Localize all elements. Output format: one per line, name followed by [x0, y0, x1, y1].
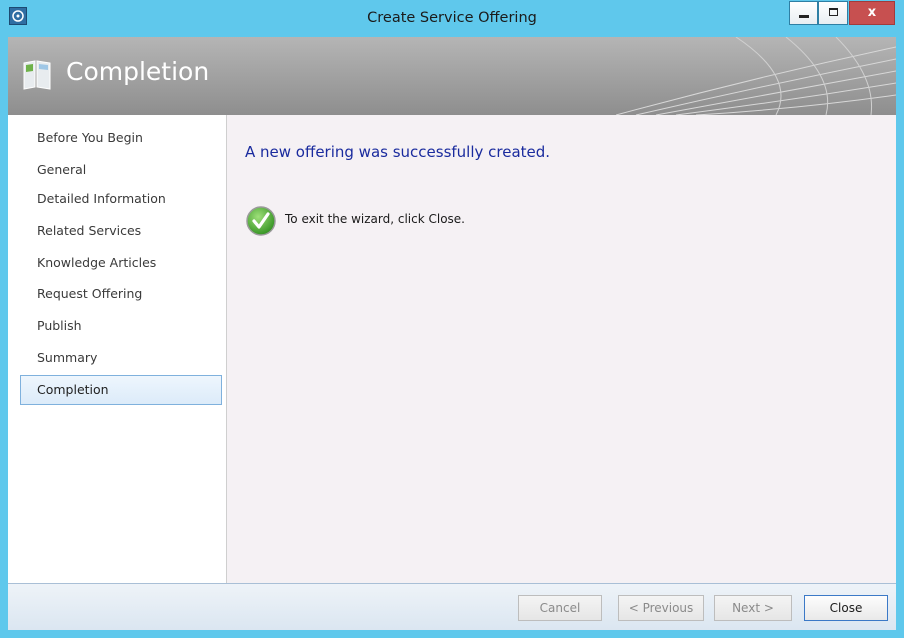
button-bar: Cancel < Previous Next > Close: [8, 583, 896, 630]
step-completion[interactable]: Completion: [20, 375, 222, 405]
window-title: Create Service Offering: [367, 10, 537, 26]
previous-button[interactable]: < Previous: [618, 595, 704, 621]
step-publish[interactable]: Publish: [20, 311, 222, 341]
step-summary[interactable]: Summary: [20, 343, 222, 373]
wizard-window: Create Service Offering x Completion Bef…: [0, 0, 904, 638]
success-check-icon: [246, 206, 276, 236]
close-button[interactable]: Close: [804, 595, 888, 621]
step-before-you-begin[interactable]: Before You Begin: [20, 123, 222, 153]
instruction-text: To exit the wizard, click Close.: [285, 212, 465, 226]
step-general[interactable]: General: [20, 155, 222, 185]
step-detailed-information[interactable]: Detailed Information: [20, 184, 222, 214]
wizard-steps-sidebar: Before You Begin General Detailed Inform…: [8, 115, 227, 583]
step-request-offering[interactable]: Request Offering: [20, 279, 222, 309]
book-icon: [23, 60, 51, 90]
minimize-icon: [799, 15, 809, 18]
page-title: Completion: [66, 57, 210, 86]
close-icon: x: [867, 5, 877, 20]
success-heading: A new offering was successfully created.: [245, 143, 551, 161]
next-button[interactable]: Next >: [714, 595, 792, 621]
maximize-button[interactable]: [818, 1, 848, 25]
maximize-icon: [829, 8, 838, 16]
step-knowledge-articles[interactable]: Knowledge Articles: [20, 248, 222, 278]
step-related-services[interactable]: Related Services: [20, 216, 222, 246]
title-bar[interactable]: Create Service Offering x: [0, 0, 904, 37]
minimize-button[interactable]: [789, 1, 818, 25]
main-content: A new offering was successfully created.…: [227, 115, 896, 583]
close-window-button[interactable]: x: [849, 1, 895, 25]
header-decoration: [616, 37, 896, 115]
wizard-header: Completion: [8, 37, 896, 115]
cancel-button[interactable]: Cancel: [518, 595, 602, 621]
